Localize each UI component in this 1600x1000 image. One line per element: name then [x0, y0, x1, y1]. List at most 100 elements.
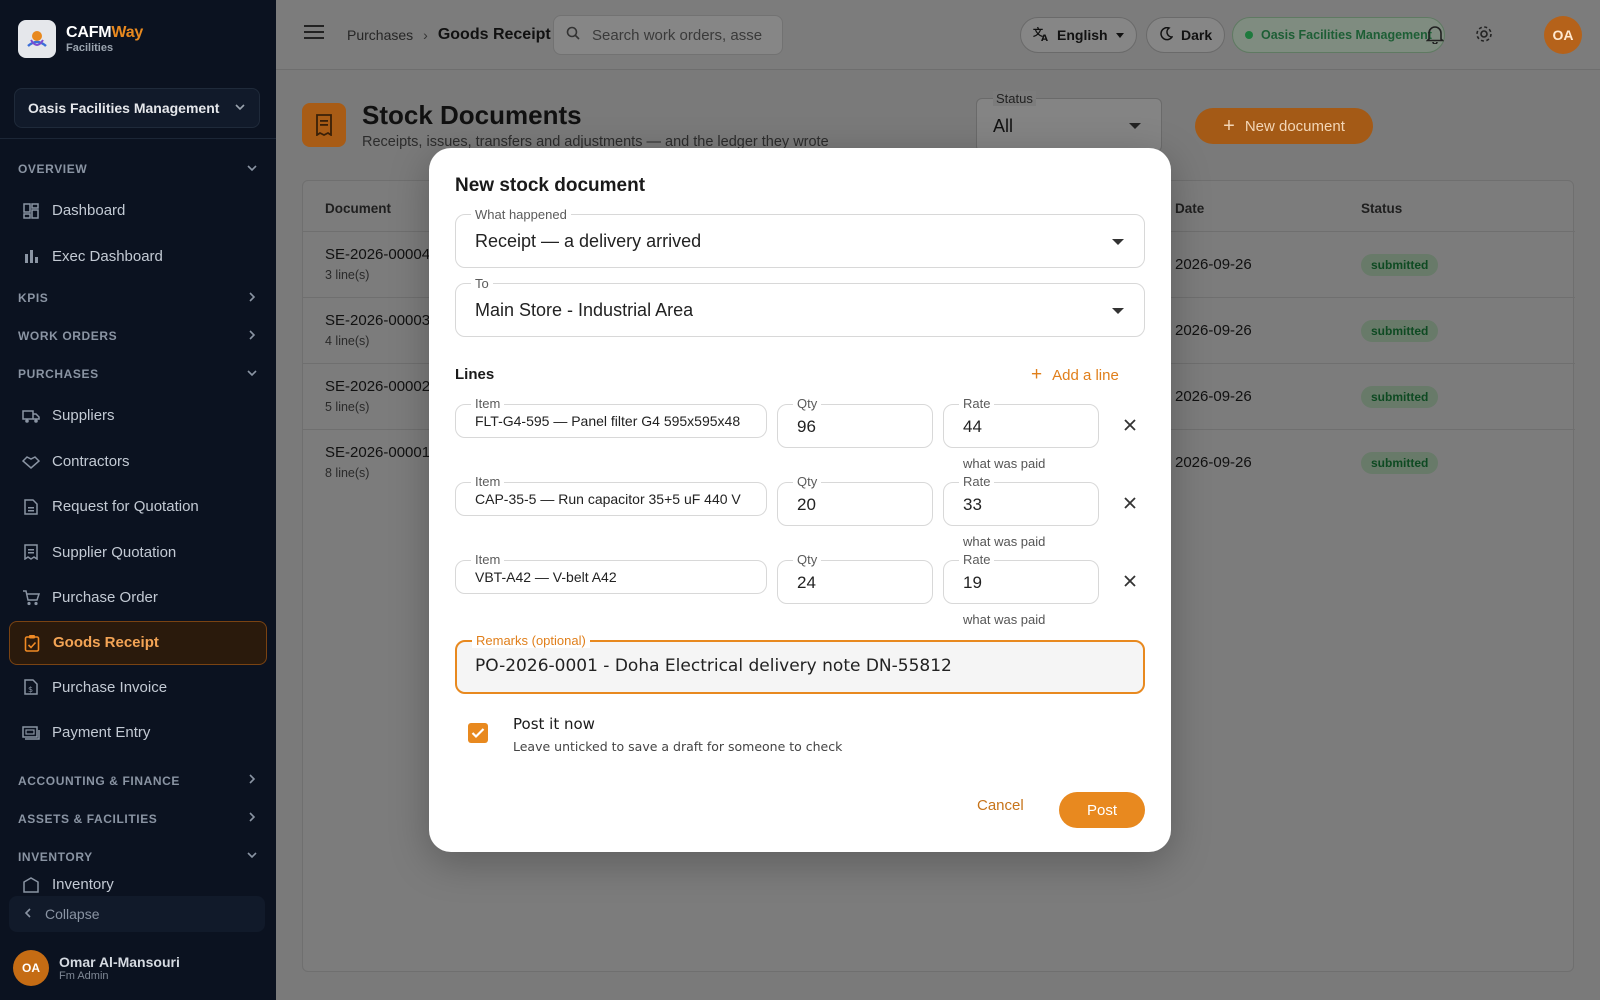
column-header-date[interactable]: Date	[1175, 201, 1204, 216]
rate-value: 19	[963, 573, 982, 592]
search-box[interactable]	[553, 15, 783, 55]
chevron-right-icon	[246, 773, 258, 788]
sidebar-item-purchase-invoice[interactable]: $ Purchase Invoice	[0, 665, 276, 711]
caret-down-icon	[1129, 123, 1141, 129]
field-label: Qty	[793, 552, 822, 567]
document-number: SE-2026-00004	[325, 246, 431, 263]
sidebar-item-goods-receipt[interactable]: Goods Receipt	[9, 620, 267, 665]
handshake-icon	[22, 452, 40, 470]
rate-value: 44	[963, 417, 982, 436]
caret-down-icon	[1112, 308, 1124, 314]
payment-icon	[22, 724, 40, 742]
collapse-button[interactable]: Collapse	[9, 896, 265, 932]
remarks-field[interactable]: Remarks (optional)	[455, 633, 1145, 694]
sidebar-item-contractors[interactable]: Contractors	[0, 439, 276, 485]
gear-icon[interactable]	[1474, 24, 1494, 49]
remarks-input[interactable]	[475, 656, 1125, 676]
chevron-down-icon	[246, 367, 258, 382]
field-label: What happened	[471, 207, 571, 222]
cancel-button[interactable]: Cancel	[967, 787, 1034, 823]
sidebar-item-payment-entry[interactable]: Payment Entry	[0, 710, 276, 756]
plus-icon: +	[1223, 114, 1235, 137]
menu-icon[interactable]	[304, 24, 324, 45]
status-badge: submitted	[1361, 254, 1439, 276]
document-date: 2026-09-26	[1175, 388, 1252, 405]
item-value: FLT-G4-595 — Panel filter G4 595x595x48	[475, 413, 741, 429]
brand[interactable]: CAFMWay Facilities	[18, 20, 143, 58]
close-icon[interactable]	[1119, 570, 1141, 592]
rate-hint: what was paid	[963, 456, 1046, 471]
post-now-checkbox[interactable]	[468, 723, 488, 743]
item-field[interactable]: Item FLT-G4-595 — Panel filter G4 595x59…	[455, 396, 767, 438]
org-select-value: Oasis Facilities Management	[28, 100, 220, 116]
nav-section-assets[interactable]: ASSETS & FACILITIES	[0, 800, 276, 838]
dashboard-icon	[22, 202, 40, 220]
sidebar-item-purchase-order[interactable]: Purchase Order	[0, 575, 276, 621]
svg-text:$: $	[28, 685, 33, 694]
org-badge[interactable]: Oasis Facilities Management	[1232, 17, 1445, 53]
dialog-title: New stock document	[455, 175, 646, 196]
rate-field[interactable]: Rate 44	[943, 396, 1099, 448]
status-filter[interactable]: Status All	[976, 91, 1162, 152]
field-label: Item	[471, 552, 505, 567]
language-select[interactable]: 文A English	[1020, 17, 1137, 53]
nav-section-work-orders[interactable]: WORK ORDERS	[0, 317, 276, 355]
sidebar-nav: OVERVIEW Dashboard Exec Dashboard KPIS W…	[0, 150, 276, 900]
qty-field[interactable]: Qty 96	[777, 396, 933, 448]
nav-section-kpis[interactable]: KPIS	[0, 279, 276, 317]
status-filter-value: All	[993, 116, 1014, 136]
nav-section-accounting[interactable]: ACCOUNTING & FINANCE	[0, 762, 276, 800]
destination-select[interactable]: To Main Store - Industrial Area	[455, 276, 1145, 337]
nav-section-inventory[interactable]: INVENTORY	[0, 838, 276, 876]
sidebar-item-dashboard[interactable]: Dashboard	[0, 188, 276, 234]
qty-field[interactable]: Qty 24	[777, 552, 933, 604]
sidebar-item-exec-dashboard[interactable]: Exec Dashboard	[0, 234, 276, 280]
org-select[interactable]: Oasis Facilities Management	[14, 88, 260, 128]
document-number: SE-2026-00001	[325, 444, 431, 461]
item-field[interactable]: Item CAP-35-5 — Run capacitor 35+5 uF 44…	[455, 474, 767, 516]
item-field[interactable]: Item VBT-A42 — V-belt A42	[455, 552, 767, 594]
rate-field[interactable]: Rate 33	[943, 474, 1099, 526]
sidebar-item-suppliers[interactable]: Suppliers	[0, 393, 276, 439]
avatar[interactable]: OA	[1544, 16, 1582, 54]
nav-section-purchases[interactable]: PURCHASES	[0, 355, 276, 393]
qty-value: 24	[797, 573, 816, 592]
sidebar-item-request-for-quotation[interactable]: Request for Quotation	[0, 484, 276, 530]
line-item-row: Item CAP-35-5 — Run capacitor 35+5 uF 44…	[455, 474, 1155, 558]
qty-field[interactable]: Qty 20	[777, 474, 933, 526]
moon-icon	[1159, 26, 1174, 44]
chevron-down-icon	[246, 162, 258, 177]
field-label: Qty	[793, 474, 822, 489]
line-count: 4 line(s)	[325, 334, 370, 348]
search-input[interactable]	[592, 26, 762, 44]
column-header-document[interactable]: Document	[325, 201, 391, 216]
line-item-row: Item FLT-G4-595 — Panel filter G4 595x59…	[455, 396, 1155, 480]
post-now-description: Leave unticked to save a draft for someo…	[513, 739, 843, 754]
sidebar-item-supplier-quotation[interactable]: Supplier Quotation	[0, 530, 276, 576]
translate-icon: 文A	[1033, 26, 1049, 45]
rate-hint: what was paid	[963, 612, 1046, 627]
sidebar: CAFMWay Facilities Oasis Facilities Mana…	[0, 0, 276, 1000]
column-header-status[interactable]: Status	[1361, 201, 1402, 216]
theme-toggle[interactable]: Dark	[1146, 17, 1226, 53]
what-happened-select[interactable]: What happened Receipt — a delivery arriv…	[455, 207, 1145, 268]
item-value: CAP-35-5 — Run capacitor 35+5 uF 440 V	[475, 491, 741, 507]
close-icon[interactable]	[1119, 492, 1141, 514]
close-icon[interactable]	[1119, 414, 1141, 436]
nav-section-overview[interactable]: OVERVIEW	[0, 150, 276, 188]
breadcrumb-purchases[interactable]: Purchases	[347, 27, 413, 43]
new-document-button[interactable]: + New document	[1195, 108, 1373, 144]
destination-value: Main Store - Industrial Area	[475, 300, 694, 320]
field-label: Rate	[959, 552, 995, 567]
user-profile[interactable]: OA Omar Al-Mansouri Fm Admin	[13, 950, 180, 986]
status-filter-label: Status	[993, 91, 1036, 106]
rate-field[interactable]: Rate 19	[943, 552, 1099, 604]
user-role: Fm Admin	[59, 970, 109, 982]
bell-icon[interactable]	[1425, 24, 1445, 49]
status-dot	[1245, 31, 1253, 39]
post-now-label: Post it now	[513, 715, 595, 733]
qty-value: 20	[797, 495, 816, 514]
post-button[interactable]: Post	[1059, 792, 1145, 828]
add-line-button[interactable]: + Add a line	[1031, 364, 1119, 386]
clipboard-icon	[23, 634, 41, 652]
